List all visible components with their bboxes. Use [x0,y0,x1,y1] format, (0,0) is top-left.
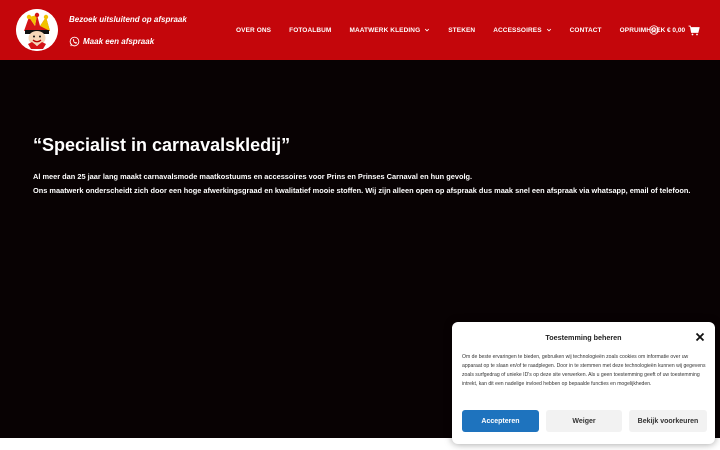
nav-item-label: OVER ONS [236,26,272,34]
jester-logo-icon[interactable] [16,9,58,51]
accept-button[interactable]: Accepteren [462,410,539,432]
whatsapp-icon [69,36,80,46]
consent-title: Toestemming beheren [545,333,622,342]
nav-item-steken[interactable]: STEKEN [448,27,475,34]
whatsapp-label: Maak een afspraak [83,36,155,46]
hero-text: Al meer dan 25 jaar lang maakt carnavals… [33,170,693,198]
cart-icon [688,25,700,35]
chevron-down-icon [546,28,551,32]
nav-item-accessoires[interactable]: ACCESSOIRES [493,27,551,34]
nav-item-fotoalbum[interactable]: FOTOALBUM [289,27,331,34]
nav-item-label: MAATWERK KLEDING [349,26,421,34]
cookie-consent-dialog: Toestemming beheren Om de beste ervaring… [452,322,715,444]
tagline-text: Bezoek uitsluitend op afspraak [69,15,187,24]
nav-item-label: CONTACT [569,26,602,34]
close-icon[interactable] [695,332,705,342]
nav-item-over-ons[interactable]: OVER ONS [236,27,271,34]
nav-item-maatwerk-kleding[interactable]: MAATWERK KLEDING [349,27,430,34]
cart-total: € 0,00 [667,26,686,34]
nav-item-contact[interactable]: CONTACT [570,27,602,34]
hero-text-line: Al meer dan 25 jaar lang maakt carnavals… [33,172,473,181]
consent-text: Om de beste ervaringen te bieden, gebrui… [462,354,706,387]
deny-button[interactable]: Weiger [546,410,622,432]
account-icon[interactable] [649,25,659,35]
chevron-down-icon [425,28,430,32]
hero-title: “Specialist in carnavalskledij” [33,135,291,155]
view-preferences-button[interactable]: Bekijk voorkeuren [629,410,707,432]
nav-item-label: ACCESSOIRES [493,26,542,34]
main-navigation: OVER ONS FOTOALBUM MAATWERK KLEDING STEK… [236,24,665,36]
whatsapp-link[interactable]: Maak een afspraak [69,35,154,47]
nav-item-label: STEKEN [448,26,476,34]
cart-link[interactable]: € 0,00 [667,24,700,36]
site-header: Bezoek uitsluitend op afspraak Maak een … [0,0,720,60]
hero-text-line: Ons maatwerk onderscheidt zich door een … [33,186,691,195]
nav-item-label: FOTOALBUM [289,26,332,34]
